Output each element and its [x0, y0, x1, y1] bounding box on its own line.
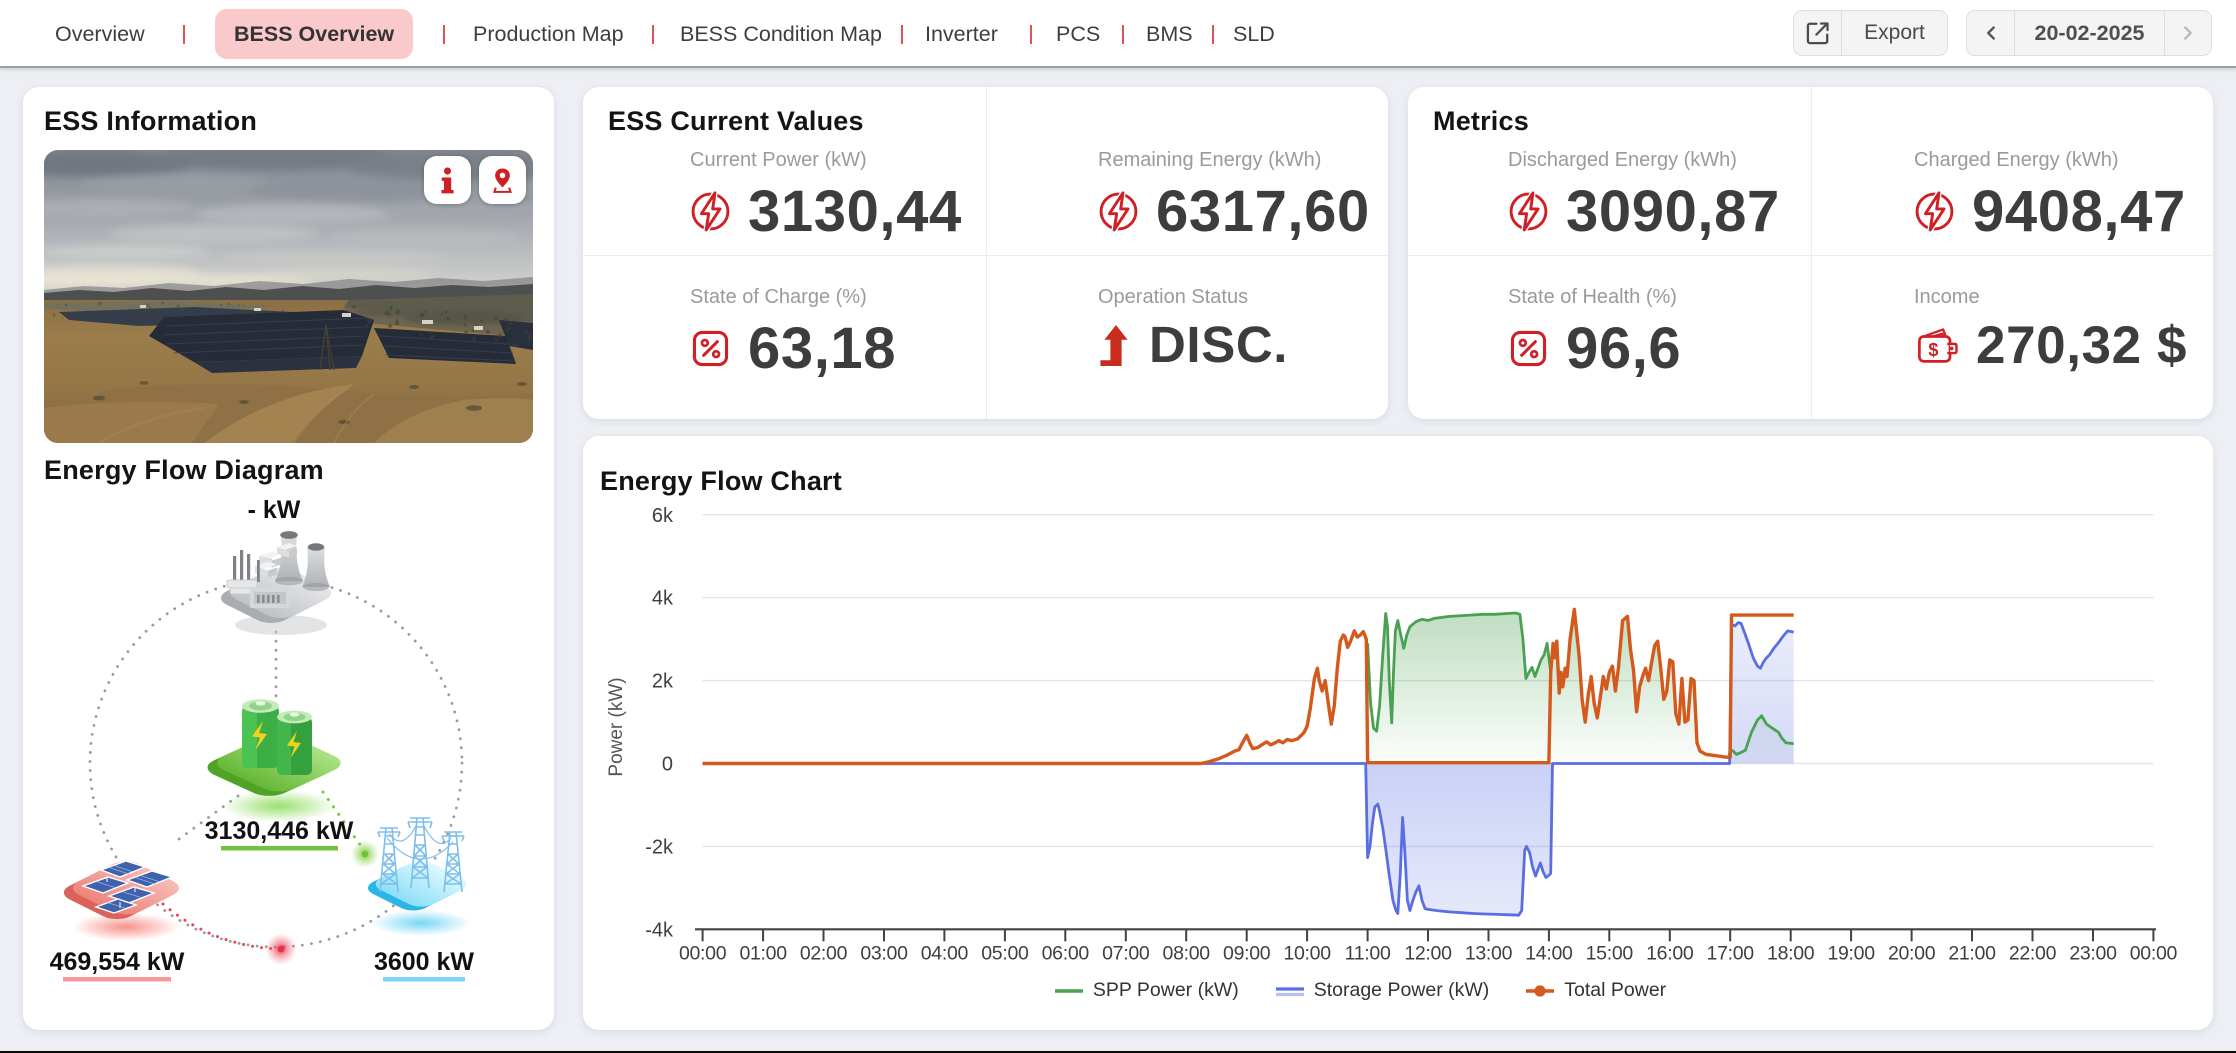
- svg-text:08:00: 08:00: [1163, 942, 1211, 964]
- svg-text:2k: 2k: [652, 671, 674, 693]
- svg-text:Power (kW): Power (kW): [606, 677, 627, 776]
- svg-text:3600 kW: 3600 kW: [374, 948, 474, 976]
- svg-text:20:00: 20:00: [1888, 942, 1936, 964]
- svg-text:16:00: 16:00: [1646, 942, 1694, 964]
- svg-text:05:00: 05:00: [981, 942, 1029, 964]
- svg-text:01:00: 01:00: [739, 942, 787, 964]
- svg-text:3130,446 kW: 3130,446 kW: [205, 817, 354, 845]
- svg-text:09:00: 09:00: [1223, 942, 1271, 964]
- svg-text:14:00: 14:00: [1525, 942, 1573, 964]
- svg-text:0: 0: [662, 754, 673, 776]
- svg-text:11:00: 11:00: [1345, 942, 1391, 964]
- svg-text:12:00: 12:00: [1404, 942, 1452, 964]
- svg-text:02:00: 02:00: [800, 942, 848, 964]
- svg-text:18:00: 18:00: [1767, 942, 1815, 964]
- svg-text:10:00: 10:00: [1283, 942, 1331, 964]
- svg-text:469,554 kW: 469,554 kW: [50, 948, 185, 976]
- svg-text:$: $: [1928, 340, 1938, 360]
- svg-text:15:00: 15:00: [1586, 942, 1634, 964]
- svg-text:03:00: 03:00: [860, 942, 908, 964]
- svg-text:22:00: 22:00: [2009, 942, 2057, 964]
- svg-text:6k: 6k: [652, 505, 674, 527]
- svg-text:00:00: 00:00: [679, 942, 727, 964]
- svg-text:-2k: -2k: [645, 836, 674, 858]
- svg-text:23:00: 23:00: [2069, 942, 2117, 964]
- svg-text:04:00: 04:00: [921, 942, 969, 964]
- svg-text:-4k: -4k: [645, 919, 674, 941]
- svg-text:06:00: 06:00: [1042, 942, 1090, 964]
- svg-text:19:00: 19:00: [1827, 942, 1875, 964]
- svg-text:00:00: 00:00: [2130, 942, 2178, 964]
- svg-text:13:00: 13:00: [1465, 942, 1513, 964]
- svg-text:21:00: 21:00: [1948, 942, 1996, 964]
- svg-text:- kW: - kW: [248, 496, 301, 524]
- svg-text:17:00: 17:00: [1707, 942, 1755, 964]
- svg-text:4k: 4k: [652, 588, 674, 610]
- svg-text:07:00: 07:00: [1102, 942, 1150, 964]
